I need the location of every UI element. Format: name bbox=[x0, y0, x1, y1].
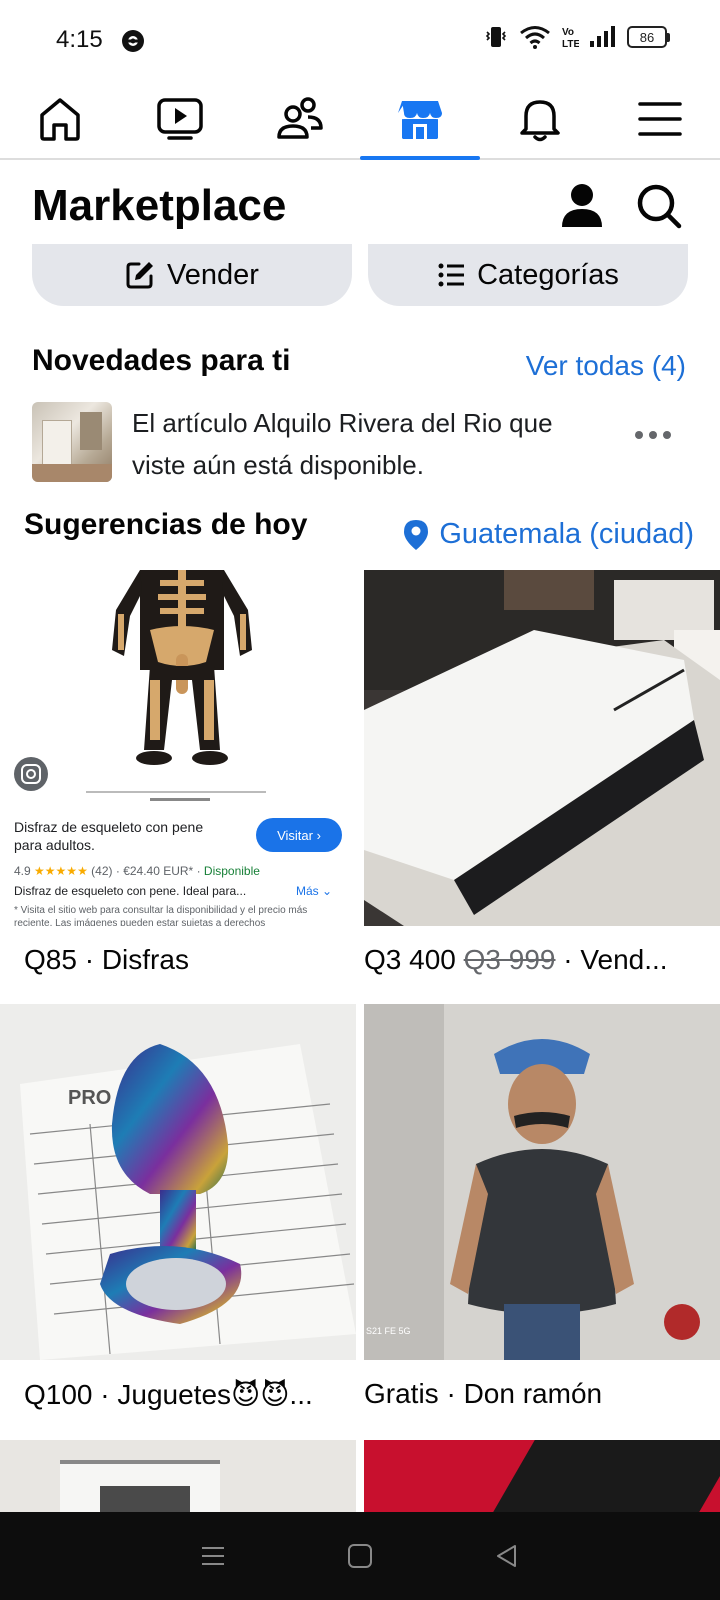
list-icon bbox=[438, 263, 465, 287]
signal-icon bbox=[590, 26, 615, 47]
battery-level: 86 bbox=[627, 26, 667, 48]
marketplace-header: Marketplace bbox=[0, 165, 720, 245]
home-button-icon[interactable] bbox=[346, 1542, 374, 1570]
app-notification-icon bbox=[122, 30, 144, 52]
listing-label[interactable]: Q85 · Disfras bbox=[24, 944, 344, 976]
profile-icon[interactable] bbox=[560, 183, 604, 229]
svg-text:S21 FE 5G: S21 FE 5G bbox=[366, 1326, 411, 1336]
status-bar: 4:15 Vo LTE 86 bbox=[0, 0, 720, 80]
bell-icon bbox=[520, 100, 560, 142]
ad-description: Disfraz de esqueleto con pene. Ideal par… bbox=[14, 884, 247, 898]
ad-rating: 4.9 ★★★★★ (42) · €24.40 EUR* · Disponibl… bbox=[14, 864, 260, 878]
lens-icon bbox=[14, 757, 48, 791]
listing-image[interactable] bbox=[364, 570, 720, 926]
ad-more: Más ⌄ bbox=[296, 884, 333, 898]
listing-image[interactable] bbox=[0, 1440, 356, 1512]
wifi-icon bbox=[520, 26, 550, 49]
page-title: Marketplace bbox=[32, 181, 287, 230]
location-selector[interactable]: Guatemala (ciudad) bbox=[403, 518, 694, 551]
sell-button[interactable]: Vender bbox=[32, 244, 352, 306]
svg-text:LTE: LTE bbox=[562, 39, 579, 50]
ad-note: * Visita el sitio web para consultar la … bbox=[14, 905, 308, 926]
toy-photo: PRO bbox=[0, 1004, 356, 1360]
listing-image[interactable]: PRO bbox=[0, 1004, 356, 1360]
tab-marketplace[interactable] bbox=[360, 80, 480, 160]
figure-photo: S21 FE 5G bbox=[364, 1004, 720, 1360]
back-icon[interactable] bbox=[493, 1542, 521, 1570]
edit-icon bbox=[126, 262, 154, 289]
sell-label: Vender bbox=[167, 258, 259, 291]
top-nav bbox=[0, 80, 720, 160]
suggestions-title: Sugerencias de hoy bbox=[24, 508, 308, 541]
svg-text:PRO: PRO bbox=[68, 1087, 111, 1109]
status-time: 4:15 bbox=[56, 26, 103, 53]
vibrate-icon bbox=[485, 27, 507, 47]
listing-label[interactable]: Gratis · Don ramón bbox=[364, 1378, 704, 1410]
tab-home[interactable] bbox=[0, 80, 120, 158]
visit-label: Visitar bbox=[277, 827, 313, 843]
recent-apps-icon[interactable] bbox=[199, 1542, 227, 1570]
listing-image[interactable]: Disfraz de esqueleto con pene para adult… bbox=[0, 570, 356, 926]
updates-title: Novedades para ti bbox=[32, 344, 291, 377]
tab-video[interactable] bbox=[120, 80, 240, 158]
see-all-link[interactable]: Ver todas (4) bbox=[526, 350, 686, 382]
more-options-icon[interactable] bbox=[634, 430, 672, 440]
video-icon bbox=[157, 98, 203, 140]
console-photo bbox=[364, 570, 720, 926]
ad-title: Disfraz de esqueleto con pene para adult… bbox=[14, 819, 204, 853]
tab-friends[interactable] bbox=[240, 80, 360, 158]
listing-label[interactable]: Q3 400 Q3 999 · Vend... bbox=[364, 944, 704, 976]
listing-label[interactable]: Q100 · Juguetes😈😈... bbox=[24, 1378, 344, 1411]
listing-image[interactable]: S21 FE 5G bbox=[364, 1004, 720, 1360]
menu-icon bbox=[638, 102, 682, 136]
home-icon bbox=[40, 98, 80, 141]
location-label: Guatemala (ciudad) bbox=[439, 518, 694, 550]
marketplace-icon bbox=[398, 101, 442, 139]
visit-button: Visitar › bbox=[256, 818, 342, 852]
categories-button[interactable]: Categorías bbox=[368, 244, 688, 306]
tab-menu[interactable] bbox=[600, 80, 720, 158]
system-nav-bar bbox=[0, 1512, 720, 1600]
location-pin-icon bbox=[404, 519, 429, 550]
volte-icon: Vo LTE bbox=[562, 27, 579, 50]
listing-image[interactable] bbox=[364, 1440, 720, 1512]
notification-thumbnail[interactable] bbox=[32, 402, 112, 482]
skeleton-costume-photo bbox=[86, 570, 266, 801]
categories-label: Categorías bbox=[477, 258, 619, 291]
battery-icon: 86 bbox=[627, 26, 670, 48]
tab-notifications[interactable] bbox=[480, 80, 600, 158]
svg-text:Vo: Vo bbox=[562, 27, 574, 38]
friends-icon bbox=[277, 97, 323, 139]
search-icon[interactable] bbox=[636, 183, 682, 229]
notification-text[interactable]: El artículo Alquilo Rivera del Rio que v… bbox=[132, 402, 602, 486]
